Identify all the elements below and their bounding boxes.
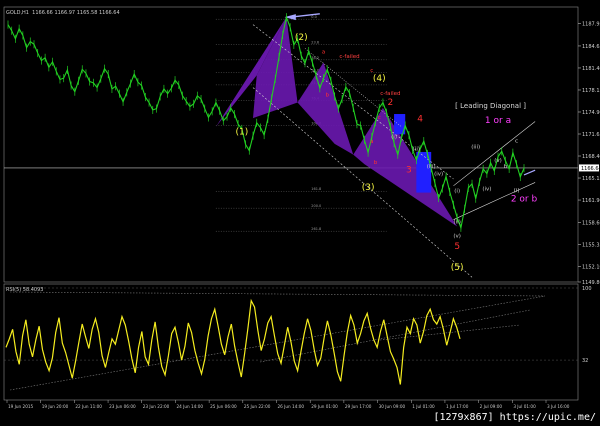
time-tick-label: 22 Jun 11:00 [75, 404, 102, 409]
wave-annotation: 2 or b [511, 194, 538, 204]
wave-annotation: b [326, 92, 330, 98]
price-tick-label: 1181.40 [582, 66, 600, 72]
rsi-tick-label: 100 [582, 286, 592, 292]
time-tick-label: 30 Jun 09:00 [379, 404, 406, 409]
time-tick-label: 25 Jun 06:00 [210, 404, 237, 409]
wave-annotation: c-failed [380, 91, 400, 97]
fib-level-label: 200.0 [311, 204, 321, 208]
time-tick-label: 29 Jun 17:00 [345, 404, 372, 409]
wave-annotation: c [378, 115, 381, 121]
wave-annotation: 5 [454, 242, 460, 252]
price-tick-label: 1155.35 [582, 242, 600, 248]
wave-annotation: b [374, 160, 378, 166]
wave-annotation: b [504, 164, 508, 170]
price-tick-label: 1184.65 [582, 44, 600, 50]
time-tick-label: 23 Jun 22:00 [143, 404, 170, 409]
wave-annotation: 1 or a [485, 116, 511, 126]
wave-annotation: (ii) [454, 220, 461, 226]
wave-annotation: c [515, 138, 518, 144]
wave-annotation: (4) [373, 74, 386, 84]
wave-annotation: (5) [451, 263, 464, 273]
price-tick-label: 1171.65 [582, 132, 600, 138]
time-tick-label: 19 Jun 2015 [8, 404, 34, 409]
wave-annotation: (i) [514, 188, 520, 194]
chart-background [0, 0, 600, 426]
wave-annotation: c-failed [339, 54, 359, 60]
wave-annotation: (1) [235, 127, 248, 137]
price-tick-label: 1161.90 [582, 198, 600, 204]
time-tick-label: 3 Jul 01:00 [513, 404, 536, 409]
wave-annotation: a [370, 139, 373, 145]
time-tick-label: 1 Jul 01:00 [412, 404, 435, 409]
time-tick-label: 23 Jun 06:00 [109, 404, 136, 409]
wave-annotation: a [322, 50, 325, 56]
time-tick-label: 29 Jun 01:00 [311, 404, 338, 409]
wave-annotation: 4 [417, 114, 423, 124]
time-tick-label: 1 Jul 17:00 [446, 404, 469, 409]
wave-annotation: (i) [391, 134, 397, 140]
rsi-title: RSI(5) 58.4093 [6, 287, 44, 293]
wave-annotation: [ Leading Diagonal ] [455, 102, 526, 110]
price-tick-label: 1174.90 [582, 110, 600, 116]
time-tick-label: 25 Jun 22:00 [244, 404, 271, 409]
price-tick-label: 1178.15 [582, 88, 600, 94]
fib-level-label: 161.8 [311, 187, 321, 191]
time-tick-label: 19 Jun 20:00 [42, 404, 69, 409]
wave-annotation: (v) [453, 233, 461, 239]
ohlc-values: 1166.66 1166.97 1165.58 1166.64 [32, 10, 120, 16]
fib-level-label: 261.8 [311, 227, 321, 231]
price-tick-label: 1168.40 [582, 154, 600, 160]
price-tick-label: 1158.60 [582, 220, 600, 226]
price-tick-label: 1152.10 [582, 264, 600, 270]
wave-annotation: (iii) [427, 164, 436, 170]
chart-window: 1187.95 1184.65 1181.40 1178.15 1174.90 1171.… [0, 0, 600, 426]
wave-annotation: (iv) [434, 172, 443, 178]
current-price-label: 1166.64 [581, 166, 600, 172]
wave-annotation: c [370, 68, 373, 74]
wave-annotation: 2 [387, 98, 393, 108]
wave-annotation: (i) [454, 189, 460, 195]
rsi-tick-label: 32 [582, 358, 588, 364]
wave-annotation: (v) [494, 158, 502, 164]
wave-annotation: (iv) [482, 187, 491, 193]
wave-annotation: (2) [295, 33, 308, 43]
wave-annotation: (ii) [413, 147, 420, 153]
rsi-header: RSI(5) 58.4093 [6, 287, 43, 293]
price-tick-label: 1165.15 [582, 176, 600, 182]
wave-annotation: (3) [362, 183, 375, 193]
fib-level-label: 23.6 [311, 40, 319, 44]
image-size-watermark: [1279x867] https://upic.me/ [433, 412, 596, 423]
wave-annotation: (iii) [471, 145, 480, 151]
fib-level-label: 0.0 [311, 15, 317, 19]
symbol-title: GOLD,H1 [6, 10, 29, 16]
time-tick-label: 2 Jul 09:00 [480, 404, 503, 409]
price-tick-label: 1187.95 [582, 22, 600, 28]
time-tick-label: 3 Jul 16:00 [547, 404, 570, 409]
time-tick-label: 24 Jun 14:00 [176, 404, 203, 409]
wave-annotation: 3 [406, 165, 412, 175]
chart-header: GOLD,H1 1166.66 1166.97 1165.58 1166.64 [6, 10, 120, 16]
time-tick-label: 26 Jun 14:00 [278, 404, 305, 409]
